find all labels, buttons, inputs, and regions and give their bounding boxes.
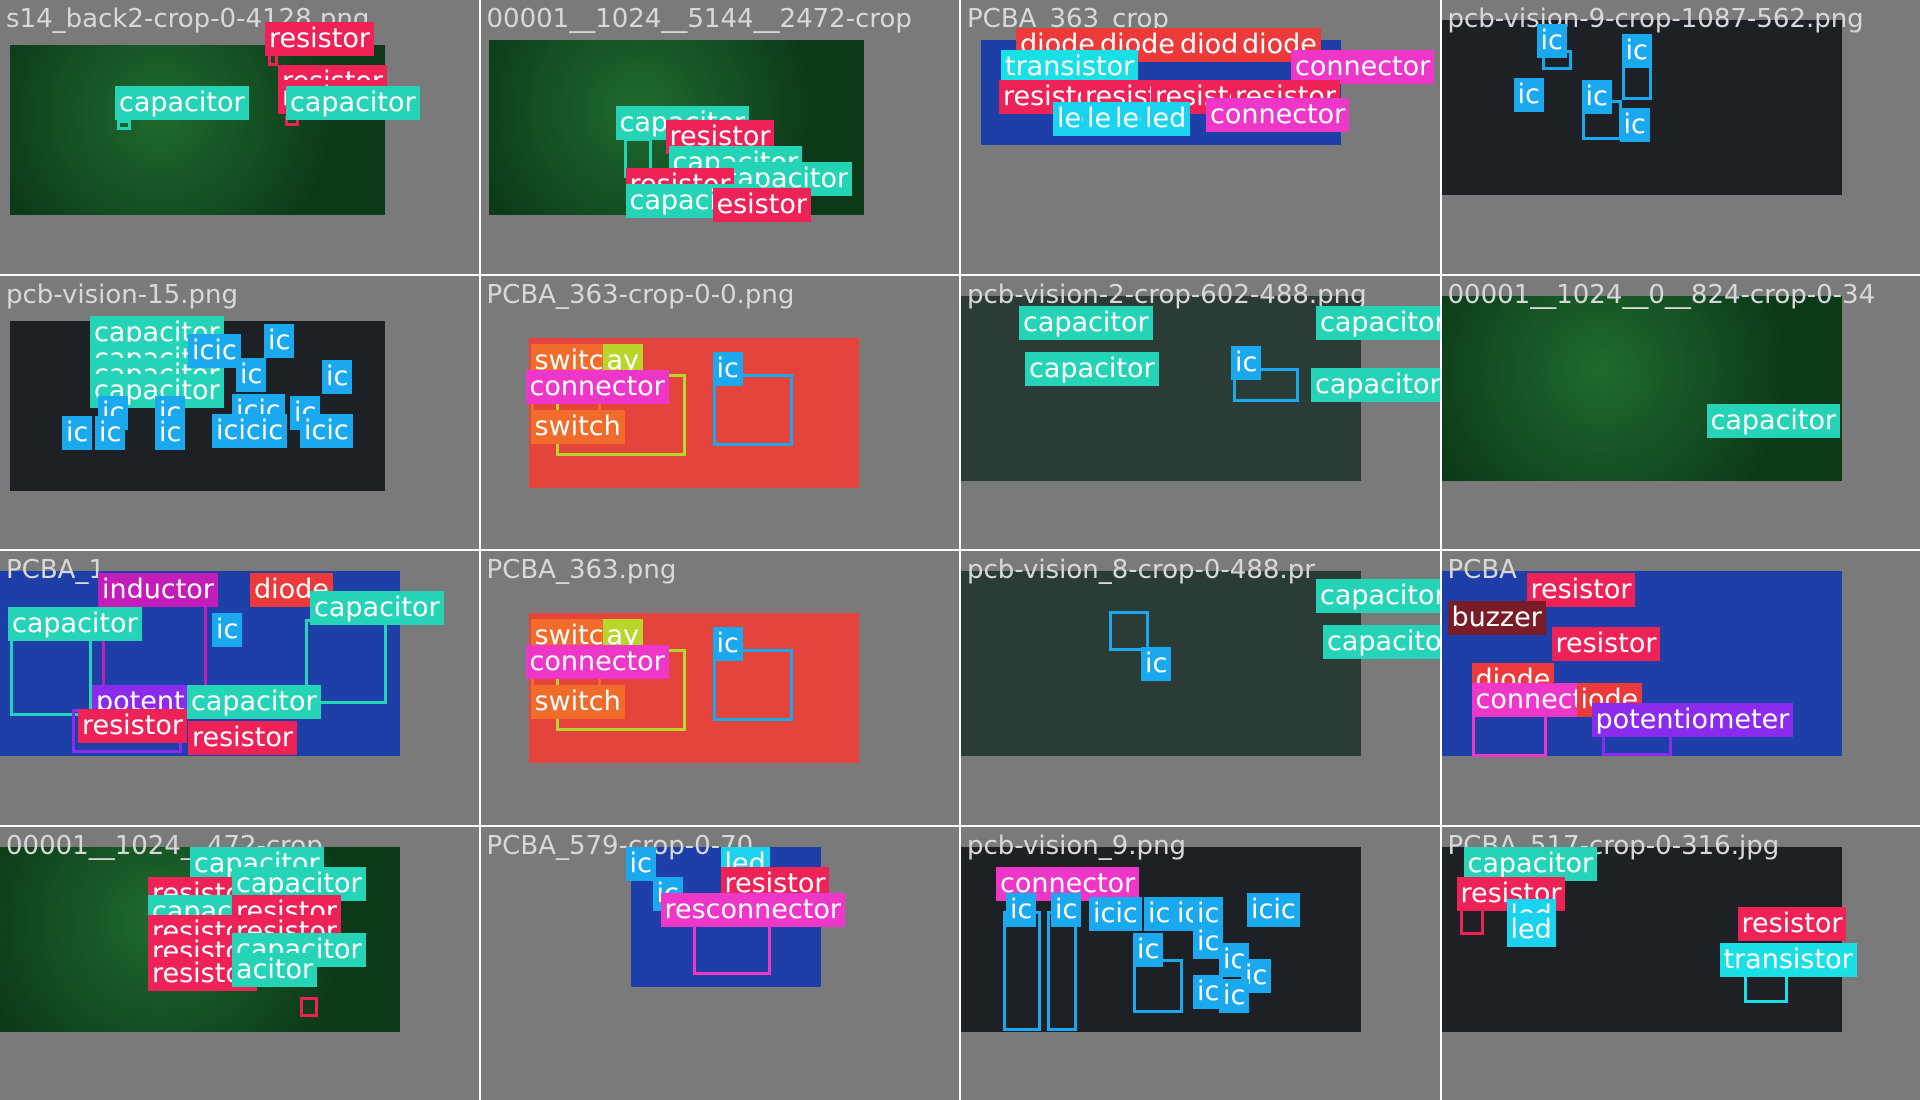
mosaic-tile: diode diode diode diode transistor connector r… [961, 0, 1440, 274]
label-ic: ic [1006, 892, 1037, 927]
label-transistor: transistor [1001, 50, 1139, 84]
label-ic: ic [212, 613, 243, 647]
label-resistor: resistor [1551, 627, 1661, 661]
label-ic: ic [236, 357, 267, 392]
label-ic: icic [188, 333, 241, 368]
tile-filename: 00001__1024__0__824-crop-0-34 [1447, 279, 1876, 310]
label-capacitor: acitor [232, 952, 318, 987]
tile-filename: PCBA_579-crop-0-70 [486, 830, 754, 861]
label-ic: icic [1089, 896, 1142, 931]
mosaic-tile: ic ic ic ic ic pcb-vision-9-crop-1087-562.png [1441, 0, 1920, 274]
label-capacitor: capacitor [1463, 846, 1598, 881]
label-ic: ic [1513, 78, 1544, 112]
label-resistor: resistor [265, 22, 374, 56]
label-connector: connector [525, 645, 669, 679]
label-resistor: resistor [78, 709, 187, 743]
label-connector: connector [1206, 98, 1350, 132]
pcb-photo [1441, 295, 1842, 481]
mosaic-tile: icledresistoricresconnectorPCBA_579-crop… [480, 826, 959, 1100]
label-capacitor: capacitor [1025, 351, 1159, 386]
label-ic: ic [1581, 80, 1612, 114]
mosaic-tile: capacitor capacitor capacitor ic capacitor pc… [961, 275, 1440, 549]
tile-filename: PCBA_1 [6, 555, 105, 585]
mosaic-tile: resistorresistorresistorcapacitorcapacit… [0, 0, 479, 274]
tile-filename: 00001__1024__5144__2472-crop [486, 4, 912, 34]
mosaic-tile: capacitor capacitor ic pcb-vision_8-crop-0-… [961, 551, 1440, 825]
label-ic: ic [264, 323, 295, 358]
label-capacitor: capacitor [1323, 625, 1440, 659]
label-ic: ic [1133, 932, 1164, 967]
label-switch: switch [530, 409, 625, 444]
tile-filename: pcb-vision_8-crop-0-488.pr [967, 555, 1315, 585]
label-capacitor: capacitor [1311, 367, 1440, 402]
label-ic: ic [1051, 892, 1082, 927]
label-ic: ic [1144, 896, 1175, 931]
label-led: led [1141, 102, 1191, 136]
label-ic: ic [1536, 24, 1567, 58]
label-capacitor: capacitor [115, 86, 249, 120]
bbox-ic [1047, 910, 1077, 1031]
mosaic-tile: switch ay ic connector switch PCBA_363-crop-0… [480, 275, 959, 549]
mosaic-tile: capacitor 00001__1024__0__824-crop-0-34 [1441, 275, 1920, 549]
label-led: led [1506, 912, 1556, 947]
label-ic: ic [1619, 108, 1650, 142]
label-ic: ic [1141, 647, 1172, 681]
bbox-resistor [300, 996, 318, 1017]
mosaic-grid: resistorresistorresistorcapacitorcapacit… [0, 0, 1920, 1100]
label-ic: icic [1247, 892, 1300, 927]
label-potentiometer: potentiometer [1591, 703, 1794, 737]
label-resistor: resistor [1737, 906, 1847, 941]
label-transistor: transistor [1719, 942, 1857, 977]
label-buzzer: buzzer [1447, 601, 1546, 635]
label-resistor: resistor [188, 721, 297, 755]
label-capacitor: capacitor [1706, 403, 1841, 438]
label-capacitor: capacitor [1316, 579, 1440, 613]
mosaic-tile: inductordiodecapacitoriccapacitorpotenti… [0, 551, 479, 825]
label-resistor: esistor [712, 188, 811, 222]
label-ic: ic [1219, 978, 1250, 1013]
mosaic-tile: capacitorresistorcapacitorcapacitorresis… [0, 826, 479, 1100]
bbox-capacitor [117, 120, 131, 130]
tile-filename: PCBA [1447, 555, 1517, 585]
label-capacitor: capacitor [286, 86, 420, 120]
label-connector: connector [525, 369, 669, 404]
bbox-ic [1003, 910, 1041, 1031]
mosaic-tile: capacitorcapacitorcapacitorcapacitoricic… [0, 275, 479, 549]
label-ic: ic [95, 415, 126, 450]
mosaic-tile: capacitorresistorledledresistortransisto… [1441, 826, 1920, 1100]
mosaic-tile: connector ic ic icic ic ic ic icic ic ic ic ic ic ic p… [961, 826, 1440, 1100]
label-ic: ic [625, 846, 656, 881]
label-ic: ic [155, 415, 186, 450]
label-connector: connector [1291, 50, 1435, 84]
bbox-ic [1133, 958, 1183, 1013]
label-capacitor: capacitor [187, 685, 321, 719]
label-capacitor: capacitor [310, 591, 444, 625]
tile-filename: pcb-vision-15.png [6, 279, 238, 310]
label-ic: icic [300, 413, 353, 448]
label-capacitor: capacitor [1019, 305, 1153, 340]
mosaic-tile: resistor buzzer resistor diode connector iode… [1441, 551, 1920, 825]
tile-filename: PCBA_363.png [486, 555, 677, 585]
label-ic: ic [712, 351, 743, 386]
label-ic: ic [1621, 34, 1652, 68]
tile-filename: PCBA_363-crop-0-0.png [486, 279, 795, 310]
tile-filename: pcb-vision-9-crop-1087-562.png [1447, 4, 1864, 34]
label-capacitor: capacitor [8, 607, 142, 641]
mosaic-tile: switch ay ic connector switch PCBA_363.png [480, 551, 959, 825]
label-ic: icicic [212, 413, 288, 448]
label-capacitor: capacitor [1316, 305, 1440, 340]
mosaic-tile: capacitorresistorcapacitorcapacitorresis… [480, 0, 959, 274]
label-inductor: inductor [98, 573, 218, 607]
label-connector: resconnector [660, 892, 845, 927]
bbox-capacitor [10, 631, 92, 716]
label-switch: switch [530, 685, 625, 719]
tile-filename: pcb-vision_9.png [967, 830, 1187, 861]
label-ic: ic [712, 627, 743, 661]
label-ic: ic [1231, 345, 1262, 380]
bbox-ic [1109, 611, 1149, 651]
label-ic: ic [62, 415, 93, 450]
label-ic: ic [322, 359, 353, 394]
